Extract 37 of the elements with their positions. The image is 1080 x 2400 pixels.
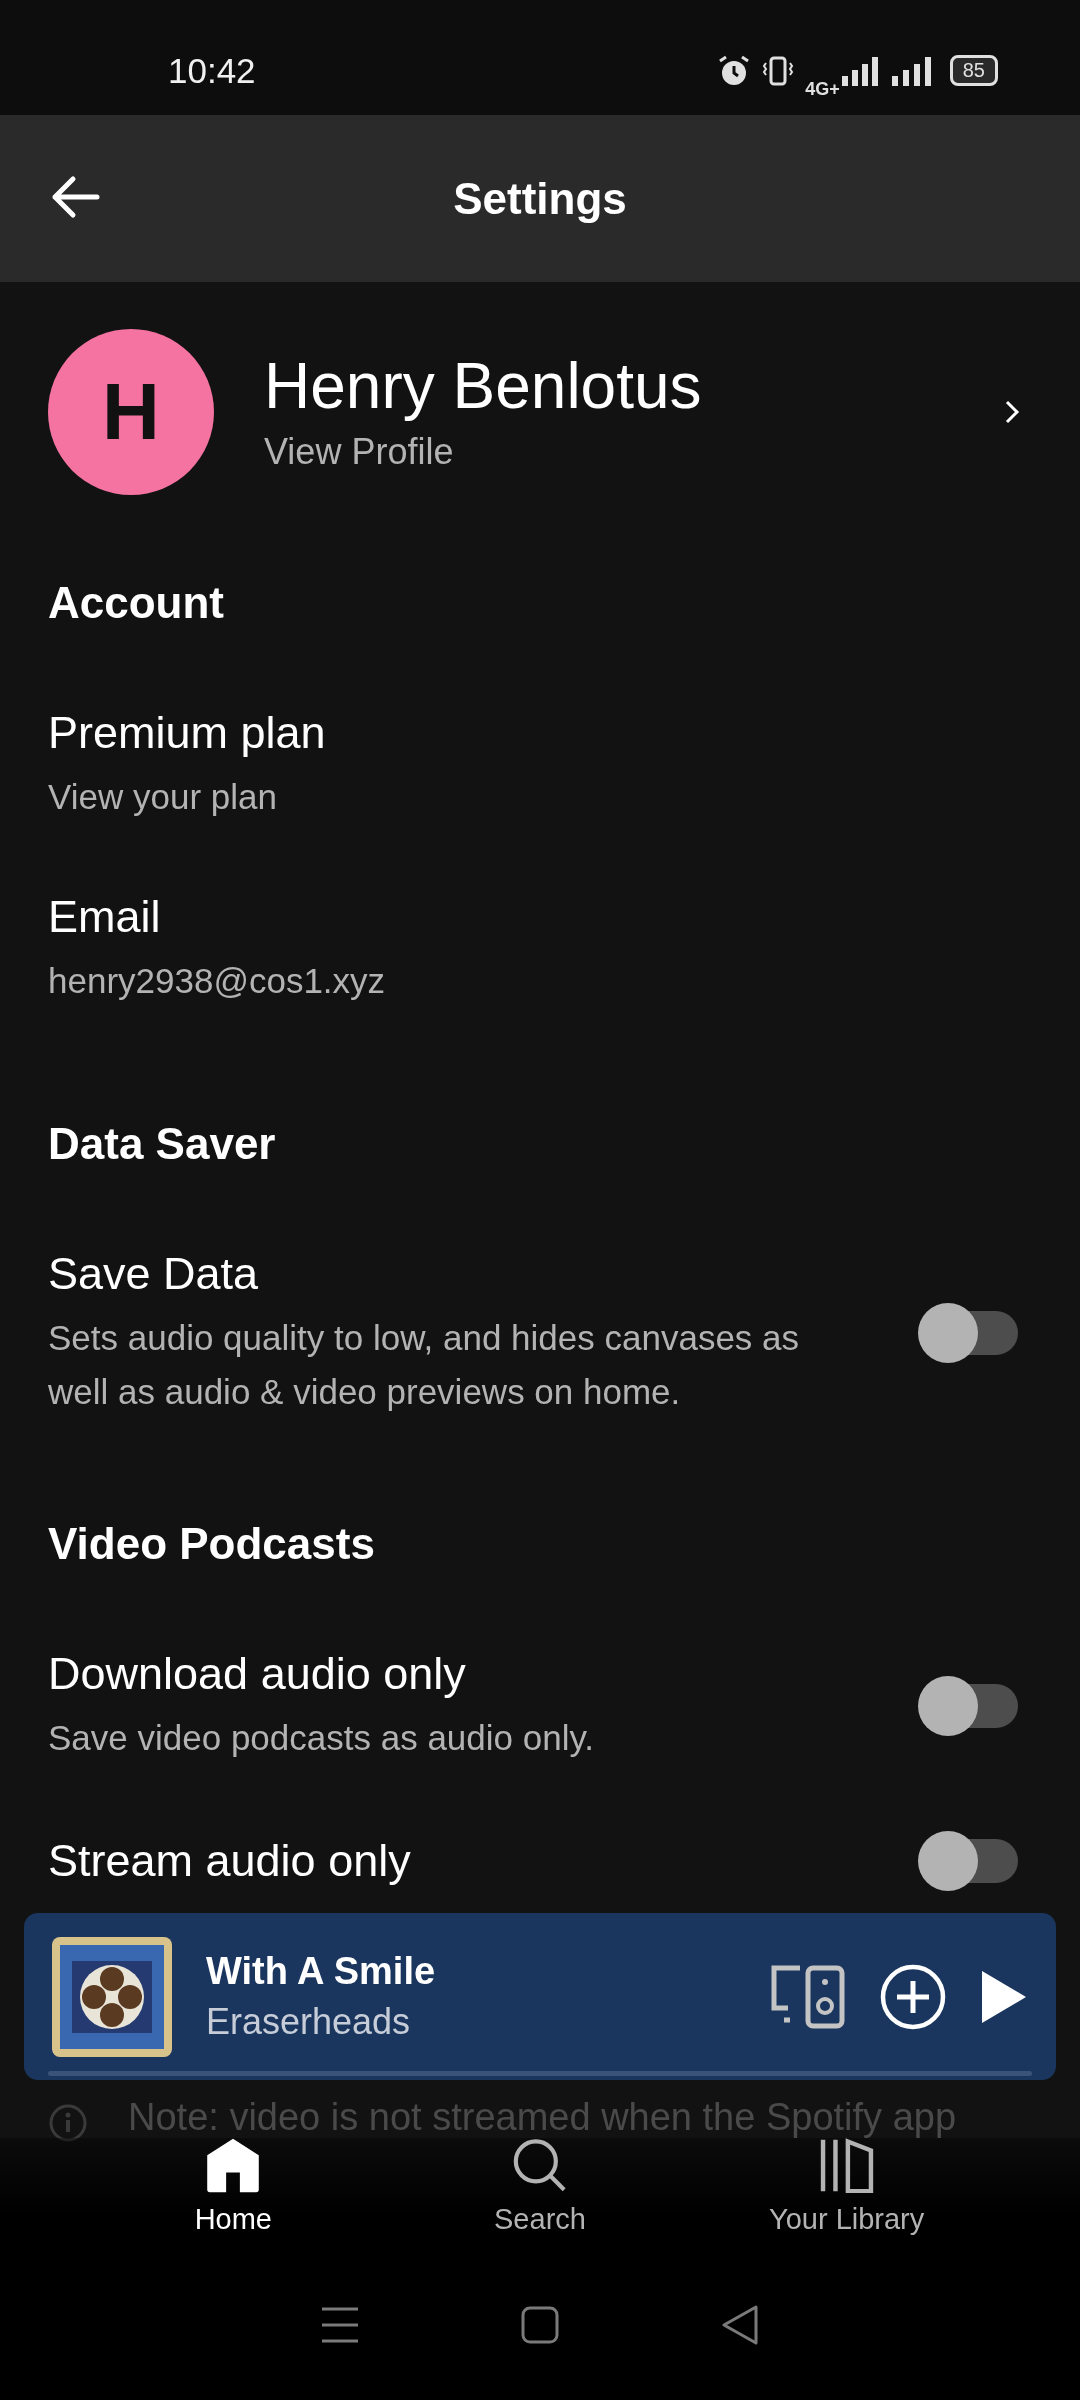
setting-title: Stream audio only — [48, 1834, 411, 1889]
play-icon[interactable] — [980, 1968, 1028, 2025]
nav-tab[interactable]: Your Library — [696, 2138, 997, 2250]
add-icon[interactable] — [880, 1963, 946, 2030]
profile-row[interactable]: H Henry Benlotus View Profile — [48, 329, 1032, 495]
chevron-icon — [1004, 399, 1020, 425]
artist-name: Eraserheads — [206, 2001, 412, 2043]
toggle-switch[interactable] — [918, 1676, 1018, 1737]
page-title: Settings — [453, 173, 627, 224]
setting-description: henry2938@cos1.xyz — [48, 960, 386, 1003]
battery-level: 85 — [949, 55, 998, 86]
song-title: With A Smile — [206, 1950, 437, 1993]
devices-icon[interactable] — [770, 1963, 846, 2030]
setting-title: Email — [48, 890, 162, 945]
section-heading: Video Podcasts — [48, 1519, 376, 1569]
section-heading: Account — [48, 578, 225, 628]
clock-time: 10:42 — [168, 50, 256, 91]
setting-title: Save Data — [48, 1246, 260, 1301]
mini-player[interactable]: With A Smile Eraserheads — [24, 1913, 1056, 2080]
menu-icon[interactable] — [321, 2306, 359, 2344]
nav-tab[interactable]: Search — [390, 2138, 690, 2250]
setting-description: Sets audio quality to low, and hides canvases as well as audio & video previews on home. — [48, 1316, 801, 1413]
section-heading: Data Saver — [48, 1118, 277, 1169]
setting-title: Download audio only — [48, 1647, 467, 1701]
network-type: 4G+ — [805, 79, 840, 100]
view-profile-link: View Profile — [264, 431, 455, 474]
setting-description: Save video podcasts as audio only. — [48, 1717, 595, 1759]
toggle-switch[interactable] — [918, 1831, 1018, 1892]
setting-description: View your plan — [48, 776, 278, 818]
toggle-switch[interactable] — [918, 1302, 1018, 1363]
avatar: H — [48, 329, 214, 495]
note-text: Note: video is not streamed when the Spotify app — [128, 2095, 957, 2141]
nav-tab[interactable]: Home — [83, 2138, 384, 2250]
square-icon[interactable] — [521, 2306, 559, 2344]
setting-title[interactable]: Premium plan — [48, 706, 326, 760]
back-triangle-icon[interactable] — [721, 2305, 759, 2345]
profile-name: Henry Benlotus — [264, 350, 703, 422]
